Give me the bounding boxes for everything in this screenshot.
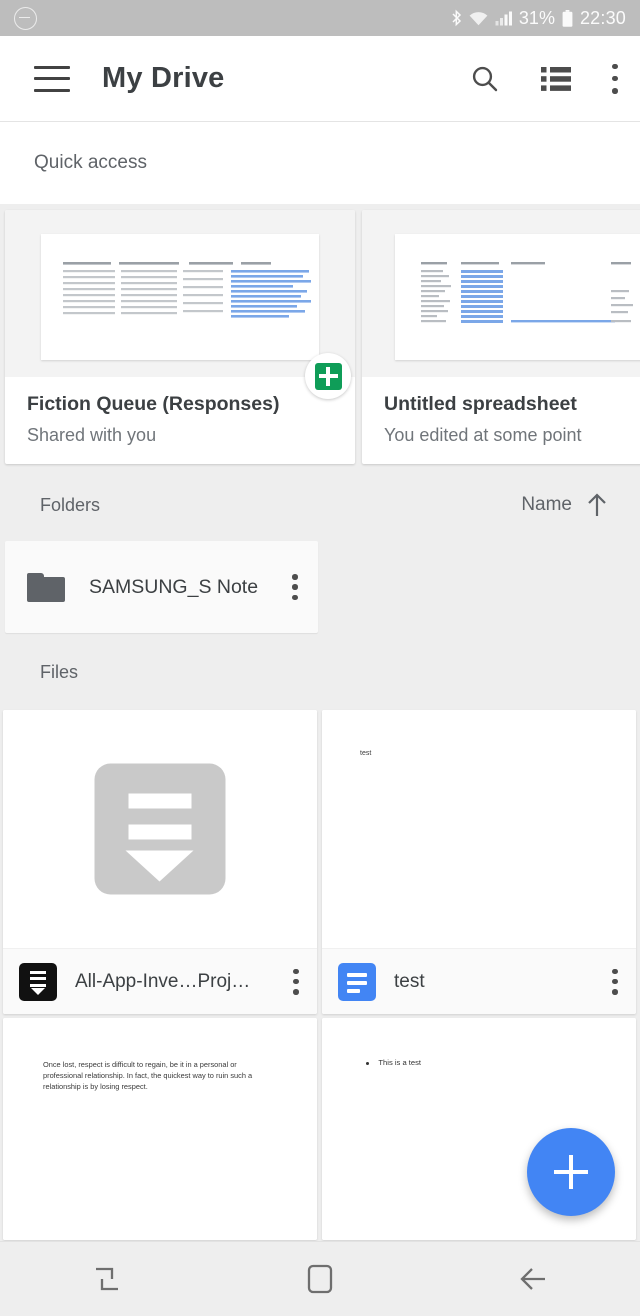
file-card-bar: test	[322, 948, 636, 1014]
create-new-fab[interactable]	[527, 1128, 615, 1216]
sort-control[interactable]: Name	[521, 492, 608, 518]
quick-access-card-subtitle: Shared with you	[27, 425, 157, 445]
files-section-header: Files	[0, 637, 640, 707]
quick-access-card-title: Fiction Queue (Responses)	[27, 393, 280, 415]
clock: 22:30	[579, 8, 626, 28]
status-bar-left	[14, 6, 37, 30]
file-card[interactable]: All-App-Inve…Projects.zip	[3, 710, 317, 1014]
quick-access-card[interactable]: Untitled spreadsheet You edited at some …	[362, 210, 640, 464]
files-label: Files	[40, 661, 79, 682]
thumbnail-text: This is a test	[378, 1058, 422, 1067]
file-card[interactable]: test test	[322, 710, 636, 1014]
file-name: test	[394, 970, 425, 992]
sort-label: Name	[521, 494, 572, 515]
thumbnail-text: test	[360, 750, 372, 757]
quick-access-card-meta: Fiction Queue (Responses) Shared with yo…	[5, 377, 355, 447]
minus-circle-icon	[14, 6, 37, 30]
arrow-up-icon	[588, 493, 606, 516]
list-view-icon[interactable]	[541, 66, 571, 92]
page-title: My Drive	[102, 62, 225, 94]
zip-archive-icon	[19, 962, 57, 1001]
folder-list-item[interactable]: SAMSUNG_S Note	[5, 541, 318, 633]
thumbnail-text: Once lost, respect is difficult to regai…	[43, 1060, 253, 1091]
thumbnail-bullet-line: This is a test	[366, 1058, 421, 1067]
more-vert-icon[interactable]	[292, 574, 298, 600]
drive-app-screen: 31% 22:30 My Drive Quick access Fiction …	[0, 0, 640, 1316]
quick-access-card-meta: Untitled spreadsheet You edited at some …	[362, 377, 640, 447]
bullet-icon	[366, 1062, 370, 1066]
quick-access-header: Quick access	[0, 122, 640, 204]
wifi-icon	[469, 11, 488, 25]
cellular-signal-icon	[495, 11, 512, 25]
android-nav-bar	[0, 1241, 640, 1316]
home-icon[interactable]	[260, 1242, 380, 1316]
status-bar: 31% 22:30	[0, 0, 640, 36]
file-thumbnail: test	[322, 710, 636, 948]
quick-access-card-subtitle: You edited at some point	[384, 425, 582, 445]
file-thumbnail	[3, 710, 317, 948]
hamburger-menu-icon[interactable]	[34, 65, 70, 92]
app-bar-actions	[470, 63, 618, 94]
quick-access-card[interactable]: Fiction Queue (Responses) Shared with yo…	[5, 210, 355, 464]
battery-percent: 31%	[518, 8, 555, 28]
plus-icon	[553, 1154, 589, 1190]
recents-icon[interactable]	[47, 1242, 167, 1316]
folders-label: Folders	[40, 494, 101, 515]
file-card-bar: All-App-Inve…Projects.zip	[3, 948, 317, 1014]
search-icon[interactable]	[470, 64, 500, 94]
file-thumbnail: Once lost, respect is difficult to regai…	[3, 1018, 317, 1240]
spreadsheet-preview	[395, 234, 640, 360]
more-vert-icon[interactable]	[612, 968, 618, 995]
zip-placeholder-icon	[94, 763, 226, 895]
status-bar-right: 31% 22:30	[451, 9, 626, 27]
folders-section-header: Folders Name	[0, 470, 640, 540]
back-arrow-icon[interactable]	[473, 1242, 593, 1316]
google-sheets-icon	[305, 353, 351, 399]
quick-access-card-title: Untitled spreadsheet	[384, 393, 577, 415]
document-preview: test	[322, 710, 636, 948]
quick-access-thumbnail	[5, 210, 355, 399]
quick-access-label: Quick access	[34, 152, 147, 173]
quick-access-thumbnail	[362, 210, 640, 377]
battery-icon	[562, 9, 573, 27]
folder-name: SAMSUNG_S Note	[89, 575, 259, 598]
file-name: All-App-Inve…Projects.zip	[75, 970, 255, 992]
file-card[interactable]: Once lost, respect is difficult to regai…	[3, 1018, 317, 1240]
spreadsheet-preview	[41, 234, 319, 360]
more-vert-icon[interactable]	[612, 63, 618, 94]
more-vert-icon[interactable]	[293, 968, 299, 995]
folder-icon	[27, 572, 65, 602]
google-docs-icon	[338, 962, 376, 1001]
app-bar: My Drive	[0, 36, 640, 122]
bluetooth-icon	[452, 9, 461, 27]
quick-access-strip[interactable]: Fiction Queue (Responses) Shared with yo…	[0, 204, 640, 466]
